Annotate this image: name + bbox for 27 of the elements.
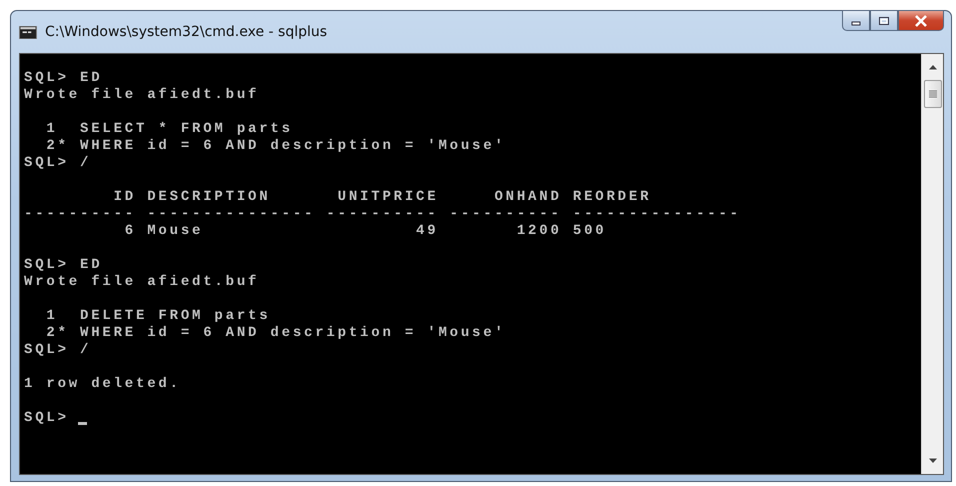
- window-title: C:\Windows\system32\cmd.exe - sqlplus: [45, 24, 328, 40]
- scroll-up-icon[interactable]: [928, 64, 938, 70]
- console-line: SQL>: [24, 410, 69, 427]
- console-line: SQL> /: [24, 342, 92, 359]
- console-line: ---------- --------------- ---------- ---------- ---------------: [24, 206, 741, 223]
- maximize-button[interactable]: [870, 10, 898, 31]
- console-line: ID DESCRIPTION UNITPRICE ONHAND REORDER: [112, 189, 652, 206]
- console-line: Wrote file afiedt.buf: [24, 87, 260, 104]
- console-line: 1 row deleted.: [24, 376, 181, 393]
- console-icon: [19, 26, 37, 38]
- console-line: 1 SELECT * FROM parts: [45, 121, 293, 138]
- close-button[interactable]: [898, 10, 944, 31]
- console-line: 2* WHERE id = 6 AND description = 'Mouse': [45, 325, 506, 342]
- scrollbar[interactable]: [921, 54, 943, 474]
- console-line: Wrote file afiedt.buf: [24, 274, 260, 291]
- console-line: 2* WHERE id = 6 AND description = 'Mouse': [45, 138, 506, 155]
- console-line: SQL> /: [24, 155, 92, 172]
- scroll-thumb[interactable]: [924, 80, 942, 108]
- close-icon: [914, 14, 928, 26]
- console-line: SQL> ED: [24, 70, 102, 87]
- maximize-icon: [878, 16, 890, 26]
- console-line: 1 DELETE FROM parts: [45, 308, 270, 325]
- minimize-button[interactable]: [842, 10, 870, 31]
- console-line: SQL> ED: [24, 257, 102, 274]
- grip-icon: [928, 90, 936, 98]
- scroll-down-icon[interactable]: [928, 458, 938, 464]
- console-line: 6 Mouse 49 1200 500: [124, 223, 606, 240]
